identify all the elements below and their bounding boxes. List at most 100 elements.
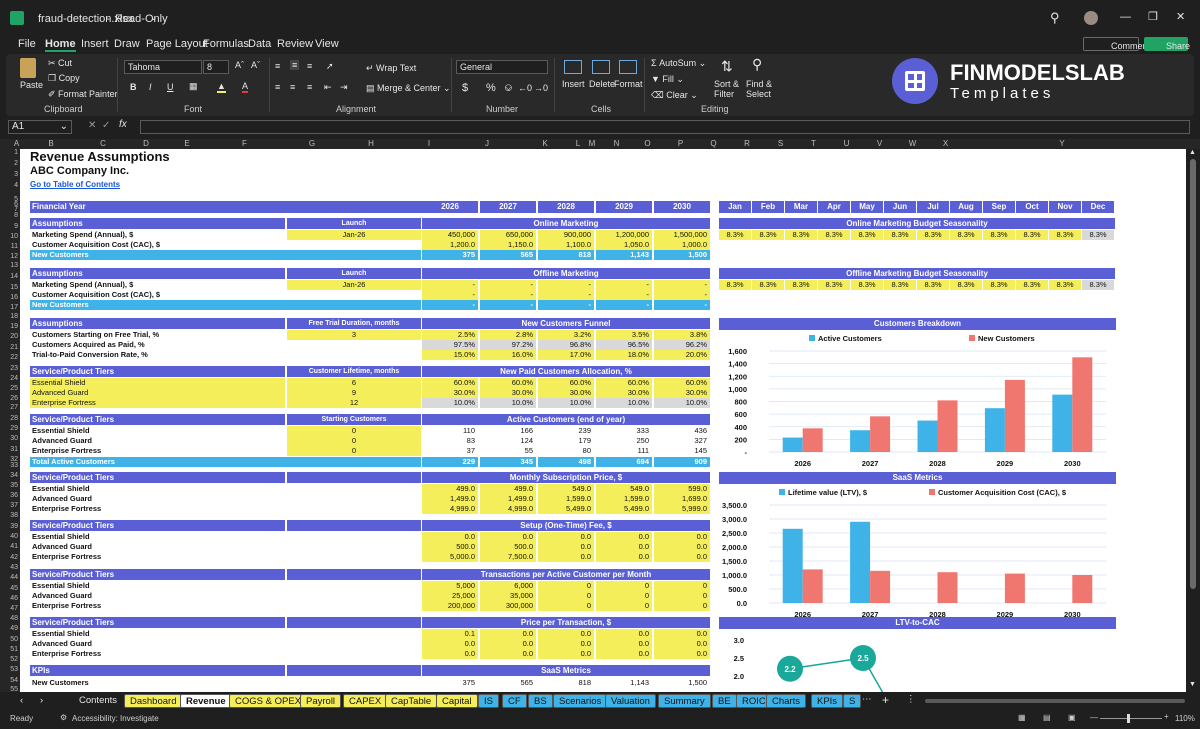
increase-decimal-icon[interactable]: ←0 bbox=[518, 83, 532, 93]
column-header[interactable]: D bbox=[125, 139, 167, 149]
row-header[interactable]: 10 bbox=[0, 233, 18, 240]
column-header[interactable]: G bbox=[282, 139, 342, 149]
formula-input[interactable] bbox=[140, 120, 1190, 134]
decrease-font-icon[interactable]: Aˇ bbox=[251, 60, 260, 70]
row-header[interactable]: 31 bbox=[0, 446, 18, 453]
sort-filter-icon[interactable]: ⇅ bbox=[721, 58, 733, 75]
accessibility-status[interactable]: Accessibility: Investigate bbox=[72, 714, 159, 723]
merge-center-button[interactable]: ▤ Merge & Center ⌄ bbox=[366, 83, 451, 94]
row-header[interactable]: 34 bbox=[0, 472, 18, 479]
clear-button[interactable]: ⌫ Clear ⌄ bbox=[651, 90, 698, 101]
tab-is[interactable]: IS bbox=[478, 694, 499, 708]
decrease-decimal-icon[interactable]: →0 bbox=[534, 83, 548, 93]
sort-filter-button[interactable]: Sort & Filter bbox=[714, 79, 746, 99]
wrap-text-button[interactable]: ↵ Wrap Text bbox=[366, 63, 416, 74]
font-name-select[interactable]: Tahoma bbox=[124, 60, 202, 74]
avatar[interactable] bbox=[1084, 11, 1098, 25]
row-header[interactable]: 16 bbox=[0, 294, 18, 301]
comments-button[interactable]: Comments bbox=[1083, 37, 1155, 51]
tab-prev-icon[interactable]: ‹ bbox=[20, 695, 23, 706]
menu-page-layout[interactable]: Page Layout bbox=[146, 38, 208, 50]
row-header[interactable]: 15 bbox=[0, 284, 18, 291]
row-header[interactable]: 1 bbox=[0, 149, 18, 156]
menu-review[interactable]: Review bbox=[277, 38, 313, 50]
row-header[interactable]: 9 bbox=[0, 223, 18, 230]
column-header[interactable]: R bbox=[730, 139, 764, 149]
row-header[interactable]: 27 bbox=[0, 404, 18, 411]
row-header[interactable]: 52 bbox=[0, 656, 18, 663]
tab-capex[interactable]: CAPEX bbox=[343, 694, 388, 708]
comma-icon[interactable]: ⎉ bbox=[504, 82, 513, 95]
row-header[interactable]: 36 bbox=[0, 492, 18, 499]
insert-function-icon[interactable]: fx bbox=[119, 119, 127, 130]
paste-icon[interactable] bbox=[20, 58, 36, 78]
row-header[interactable]: 25 bbox=[0, 385, 18, 392]
column-header[interactable]: Q bbox=[697, 139, 730, 149]
menu-formulas[interactable]: Formulas bbox=[203, 38, 249, 50]
tab-dashboard[interactable]: Dashboard bbox=[124, 694, 183, 708]
font-color-icon[interactable]: A bbox=[242, 81, 249, 93]
toc-link[interactable]: Go to Table of Contents bbox=[30, 180, 120, 189]
row-header[interactable]: 14 bbox=[0, 273, 18, 280]
row-header[interactable]: 2 bbox=[0, 160, 18, 167]
zoom-slider-thumb[interactable] bbox=[1127, 714, 1130, 723]
row-header[interactable]: 47 bbox=[0, 605, 18, 612]
column-header[interactable]: K bbox=[516, 139, 574, 149]
increase-indent-icon[interactable]: ⇥ bbox=[340, 82, 348, 93]
tab-cogs-opex[interactable]: COGS & OPEX bbox=[229, 694, 307, 708]
column-header[interactable]: S bbox=[764, 139, 797, 149]
tab-valuation[interactable]: Valuation bbox=[605, 694, 656, 708]
row-header[interactable]: 22 bbox=[0, 354, 18, 361]
menu-draw[interactable]: Draw bbox=[114, 38, 140, 50]
tab-contents[interactable]: Contents bbox=[74, 694, 123, 708]
row-header[interactable]: 37 bbox=[0, 502, 18, 509]
column-header[interactable]: E bbox=[167, 139, 207, 149]
row-header[interactable]: 26 bbox=[0, 395, 18, 402]
tab-payroll[interactable]: Payroll bbox=[300, 694, 342, 708]
format-cells-button[interactable]: Format bbox=[614, 79, 643, 89]
tab-s[interactable]: S bbox=[843, 694, 862, 708]
align-center-icon[interactable]: ≡ bbox=[290, 82, 295, 92]
row-header[interactable]: 20 bbox=[0, 333, 18, 340]
cancel-icon[interactable]: ✕ bbox=[88, 120, 96, 131]
row-header[interactable]: 4 bbox=[0, 182, 18, 189]
more-tabs-icon[interactable]: ⋯ bbox=[862, 694, 872, 705]
zoom-out-icon[interactable]: — bbox=[1090, 713, 1098, 722]
row-header[interactable]: 13 bbox=[0, 262, 18, 269]
copy-button[interactable]: ❐ Copy bbox=[48, 73, 80, 84]
find-select-icon[interactable]: ⚲ bbox=[752, 56, 762, 73]
increase-font-icon[interactable]: Aˆ bbox=[235, 60, 244, 70]
zoom-slider[interactable] bbox=[1100, 718, 1162, 719]
row-header[interactable]: 24 bbox=[0, 375, 18, 382]
column-header[interactable]: N bbox=[602, 139, 631, 149]
scroll-thumb[interactable] bbox=[1190, 159, 1196, 589]
italic-button[interactable]: I bbox=[149, 82, 152, 92]
number-format-select[interactable]: General bbox=[456, 60, 548, 74]
excel-logo-icon[interactable] bbox=[10, 11, 24, 25]
row-header[interactable]: 17 bbox=[0, 304, 18, 311]
share-button[interactable]: Share bbox=[1144, 37, 1190, 51]
currency-icon[interactable]: $ bbox=[462, 82, 468, 94]
chevron-down-icon[interactable]: ⌄ bbox=[150, 12, 158, 23]
row-header[interactable]: 41 bbox=[0, 543, 18, 550]
decrease-indent-icon[interactable]: ⇤ bbox=[324, 82, 332, 93]
row-header[interactable]: 19 bbox=[0, 323, 18, 330]
row-header[interactable]: 28 bbox=[0, 415, 18, 422]
column-header[interactable]: W bbox=[896, 139, 929, 149]
column-header[interactable]: F bbox=[207, 139, 282, 149]
row-header[interactable]: 3 bbox=[0, 171, 18, 178]
page-break-view-icon[interactable]: ▣ bbox=[1068, 713, 1076, 722]
column-header[interactable]: V bbox=[863, 139, 896, 149]
menu-home[interactable]: Home bbox=[45, 38, 76, 52]
find-select-button[interactable]: Find & Select bbox=[746, 79, 780, 99]
row-header[interactable]: 21 bbox=[0, 344, 18, 351]
add-sheet-icon[interactable]: + bbox=[882, 693, 889, 707]
row-header[interactable]: 33 bbox=[0, 462, 18, 469]
column-header[interactable]: U bbox=[830, 139, 863, 149]
menu-data[interactable]: Data bbox=[248, 38, 271, 50]
restore-icon[interactable]: ❐ bbox=[1148, 10, 1158, 23]
row-header[interactable]: 50 bbox=[0, 636, 18, 643]
align-middle-icon[interactable]: ≡ bbox=[290, 60, 300, 70]
column-header[interactable]: I bbox=[400, 139, 458, 149]
worksheet[interactable]: Revenue Assumptions ABC Company Inc. Go … bbox=[20, 149, 1186, 692]
